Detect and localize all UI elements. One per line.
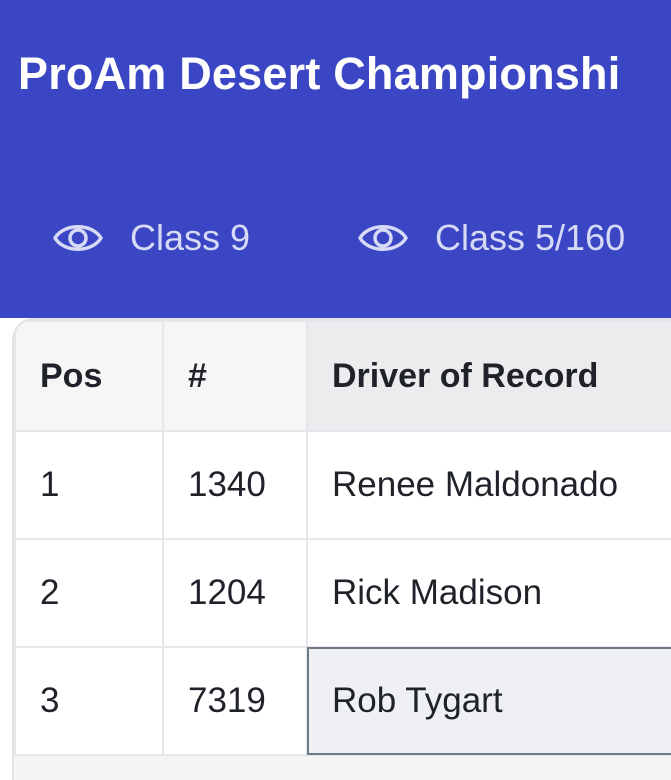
column-header-pos[interactable]: Pos <box>14 320 164 432</box>
cell-driver[interactable]: Rick Madison <box>306 538 671 648</box>
tab-class-9[interactable]: Class 9 <box>52 214 250 262</box>
tab-label: Class 9 <box>130 217 251 258</box>
cell-pos: 3 <box>14 646 164 756</box>
eye-icon <box>357 214 409 262</box>
cell-number: 1340 <box>162 430 308 540</box>
table-row[interactable]: 2 1204 Rick Madison <box>14 538 671 648</box>
cell-driver-selected[interactable]: Rob Tygart <box>306 646 671 756</box>
cell-number: 7319 <box>162 646 308 756</box>
app-header: ProAm Desert Championshi Class 9 Class 5… <box>0 0 671 318</box>
page-title: ProAm Desert Championshi <box>18 48 621 99</box>
results-table: Pos # Driver of Record 1 1340 Renee Mald… <box>14 320 671 756</box>
tab-class-5-160[interactable]: Class 5/160 <box>357 214 625 262</box>
column-header-driver[interactable]: Driver of Record <box>306 320 671 432</box>
table-header-row: Pos # Driver of Record <box>14 320 671 432</box>
tab-label: Class 5/160 <box>435 217 626 258</box>
cell-driver[interactable]: Renee Maldonado <box>306 430 671 540</box>
cell-number: 1204 <box>162 538 308 648</box>
table-row[interactable]: 1 1340 Renee Maldonado <box>14 430 671 540</box>
eye-icon <box>52 214 104 262</box>
table-row-selected[interactable]: 3 7319 Rob Tygart <box>14 646 671 756</box>
cell-pos: 2 <box>14 538 164 648</box>
column-header-number[interactable]: # <box>162 320 308 432</box>
results-table-container[interactable]: Pos # Driver of Record 1 1340 Renee Mald… <box>12 318 671 780</box>
cell-pos: 1 <box>14 430 164 540</box>
